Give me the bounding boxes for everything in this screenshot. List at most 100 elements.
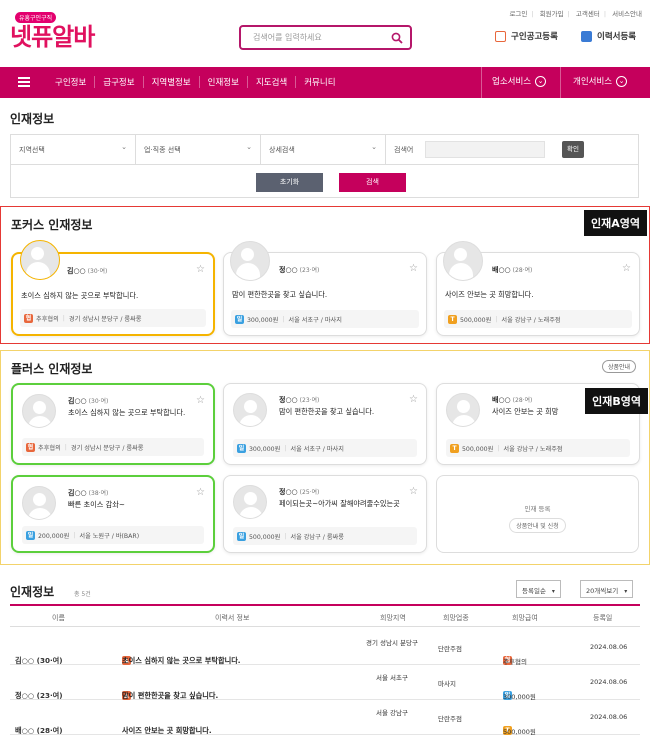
pay-type-badge: 일 — [26, 530, 35, 540]
nav-item-map[interactable]: 지도검색 — [248, 76, 297, 88]
per-page-select[interactable]: 20개씩보기 ▾ — [580, 580, 634, 598]
card-location: 서울 서초구 / 마사지 — [290, 445, 344, 453]
pay-type-badge: T — [450, 443, 459, 453]
chevron-down-icon: ▾ — [624, 588, 628, 595]
card-age: (30·여) — [88, 398, 109, 405]
pencil-icon — [581, 30, 592, 42]
logo-text: 넷퓨알바 — [10, 23, 95, 51]
nav-item-urgent[interactable]: 급구정보 — [95, 76, 144, 88]
logo-tagline: 유흥구인구직 — [15, 12, 57, 23]
card-message: 맘이 편한한곳을 찾고 싶습니다. — [232, 290, 328, 299]
support-link[interactable]: 고객센터 — [576, 10, 600, 18]
search-input[interactable]: 검색어를 입력하세요 — [253, 32, 322, 43]
biz-service-menu[interactable]: 업소서비스 ⌄ — [492, 75, 547, 87]
site-logo[interactable]: 유흥구인구직 넷퓨알바 — [10, 12, 95, 51]
sort-select[interactable]: 등록일순 ▾ — [516, 580, 561, 598]
chevron-down-icon: ⌄ — [371, 143, 377, 151]
card-location: 서울 강남구 / 노래주점 — [503, 445, 563, 453]
row-date: 2024.08.06 — [590, 643, 628, 651]
plus-card[interactable]: 김○○ (30·여) ☆ 초이스 심하지 않는 곳으로 부탁합니다. 협 추후협의 |… — [11, 383, 215, 465]
confirm-button[interactable]: 확인 — [562, 141, 584, 158]
card-age: (30·여) — [87, 268, 108, 275]
card-name: 정○○ — [279, 396, 298, 404]
login-link[interactable]: 로그인 — [509, 10, 527, 18]
star-icon[interactable]: ☆ — [409, 394, 418, 405]
chevron-down-icon: ⌄ — [121, 143, 127, 151]
reset-button[interactable]: 초기화 — [256, 173, 323, 192]
apply-product-button[interactable]: 상품안내 및 신청 — [509, 518, 566, 533]
pay-type-badge: 협 — [26, 442, 35, 452]
pay-type-badge: 일 — [235, 314, 244, 324]
region-select[interactable]: 지역선택 ⌄ — [11, 135, 136, 164]
table-header: 이름 이력서 정보 희망지역 희망업종 희망급여 등록일 — [10, 604, 640, 627]
card-message: 맘이 편한한곳을 찾고 싶습니다. — [279, 407, 375, 416]
plus-card[interactable]: 정○○ (25·여) ☆ 페이되는곳~아가씨 잘해야려줄수있는곳 일 500,000… — [223, 475, 427, 553]
star-icon[interactable]: ☆ — [196, 487, 205, 498]
avatar — [233, 485, 267, 519]
plus-card[interactable]: 김○○ (38·여) ☆ 빠른 초이스 감솨~ 일 200,000원 | 서울 노원구 … — [11, 475, 215, 553]
region-select-label: 지역선택 — [19, 146, 45, 154]
search-button[interactable]: 검색 — [339, 173, 406, 192]
card-location: 경기 성남시 분당구 / 룸싸롱 — [70, 444, 144, 452]
table-row[interactable]: ☆ 정○○ (23·여) ▲ 맘이 편한한곳을 찾고 싶습니다. 서울 서초구 마사… — [10, 665, 640, 701]
card-message: 페이되는곳~아가씨 잘해야려줄수있는곳 — [279, 499, 400, 508]
job-type-select[interactable]: 업·직종 선택 ⌄ — [136, 135, 261, 164]
product-info-button[interactable]: 상품안내 — [602, 360, 637, 373]
sort-label: 등록일순 — [522, 587, 546, 595]
nav-item-job-info[interactable]: 구인정보 — [47, 76, 96, 88]
plus-card[interactable]: 정○○ (23·여) ☆ 맘이 편한한곳을 찾고 싶습니다. 일 300,000원 |… — [223, 383, 427, 465]
main-nav: 구인정보 급구정보 지역별정보 인재정보 지도검색 커뮤니티 업소서비스 ⌄ 개인… — [0, 67, 650, 98]
card-name: 김○○ — [67, 267, 86, 275]
search-icon[interactable] — [391, 32, 403, 44]
nav-item-talent[interactable]: 인재정보 — [200, 76, 248, 88]
search-box[interactable]: 검색어를 입력하세요 — [239, 25, 412, 50]
focus-card[interactable]: 정○○ (23·여) ☆ 맘이 편한한곳을 찾고 싶습니다. 일 300,000원 |… — [223, 241, 427, 336]
chevron-down-icon: ▾ — [551, 588, 555, 595]
list-title: 인재정보 — [10, 585, 55, 599]
focus-card[interactable]: 배○○ (28·여) ☆ 사이즈 안보는 곳 희망합니다. T 500,000원 | 서… — [436, 241, 640, 336]
star-icon[interactable]: ☆ — [622, 263, 631, 274]
nav-item-region[interactable]: 지역별정보 — [144, 76, 200, 88]
row-job: 마사지 — [438, 680, 456, 688]
card-pay: 500,000원 — [460, 316, 492, 324]
table-row[interactable]: ☆ 김○○ (30·여) ▲ 초이스 심하지 않는 곳으로 부탁합니다. 경기 성남… — [10, 630, 640, 666]
empty-slot-card[interactable]: 인재 등록 상품안내 및 신청 — [436, 475, 639, 553]
personal-service-menu[interactable]: 개인서비스 ⌄ — [573, 75, 628, 87]
service-guide-link[interactable]: 서비스안내 — [612, 10, 642, 18]
star-icon[interactable]: ☆ — [196, 264, 205, 275]
avatar — [22, 394, 56, 428]
nav-item-community[interactable]: 커뮤니티 — [296, 76, 343, 88]
card-message: 초이스 심하지 않는 곳으로 부탁합니다. — [68, 408, 186, 417]
star-icon[interactable]: ☆ — [196, 395, 205, 406]
keyword-label: 검색어 — [394, 146, 414, 154]
row-date: 2024.08.06 — [590, 678, 628, 686]
card-age: (23·여) — [299, 267, 320, 274]
star-icon[interactable]: ☆ — [409, 263, 418, 274]
keyword-input[interactable] — [425, 141, 545, 158]
job-post-label: 구인공고등록 — [511, 32, 558, 42]
card-age: (38·여) — [88, 490, 109, 497]
card-age: (28·여) — [512, 397, 533, 404]
resume-post-button[interactable]: 이력서등록 — [581, 30, 636, 42]
per-page-label: 20개씩보기 — [586, 587, 619, 595]
card-pay: 500,000원 — [462, 445, 494, 453]
detail-search-select[interactable]: 상세검색 ⌄ — [261, 135, 386, 164]
plus-section-title: 플러스 인재정보 — [11, 362, 93, 376]
card-pay: 300,000원 — [249, 445, 281, 453]
hamburger-icon[interactable] — [18, 77, 30, 87]
card-message: 사이즈 안보는 곳 희망합니다. — [445, 290, 534, 299]
star-icon[interactable]: ☆ — [409, 486, 418, 497]
col-name: 이름 — [52, 614, 65, 622]
job-post-button[interactable]: 구인공고등록 — [495, 30, 558, 42]
avatar — [446, 393, 480, 427]
focus-card[interactable]: 김○○ (30·여) ☆ 초이스 심하지 않는 곳으로 부탁합니다. 협 추후협의 |… — [11, 240, 215, 336]
document-icon — [495, 30, 506, 42]
pay-type-badge: 일 — [237, 443, 246, 453]
avatar — [230, 241, 270, 281]
row-region: 서울 강남구 — [376, 709, 408, 717]
card-message: 사이즈 안보는 곳 희망 — [492, 407, 559, 416]
signup-link[interactable]: 회원가입 — [540, 10, 564, 18]
card-pay: 추후협의 — [36, 315, 59, 323]
card-message: 초이스 심하지 않는 곳으로 부탁합니다. — [21, 291, 139, 300]
table-row[interactable]: ☆ 배○○ (28·여) 사이즈 안보는 곳 희망합니다. 서울 강남구 단란주점… — [10, 700, 640, 736]
